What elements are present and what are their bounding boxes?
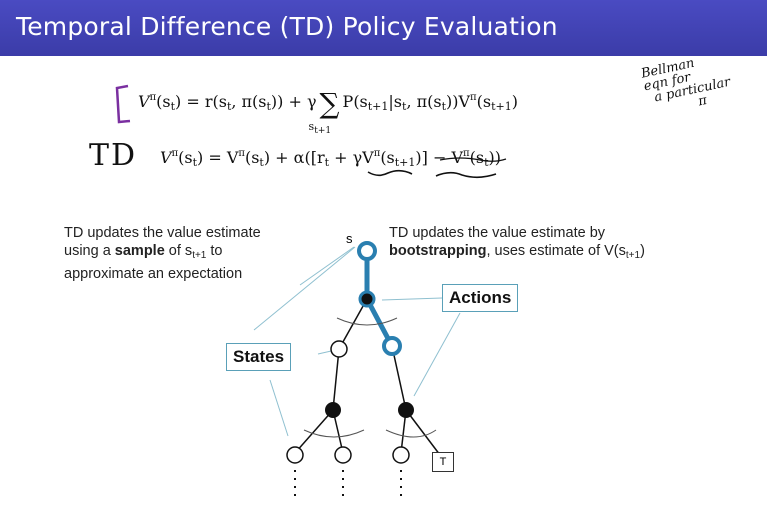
eq-text: V — [138, 92, 150, 111]
eq-text: , π(s — [231, 92, 267, 111]
action-arc — [385, 429, 437, 438]
eq-sup: π — [238, 148, 245, 159]
note-line: approximate an expectation — [64, 266, 243, 282]
underbrace-target — [367, 169, 413, 177]
actions-label: Actions — [442, 284, 519, 312]
note-sub: t+1 — [625, 250, 641, 261]
td-equation: Vπ(st) = Vπ(st) + α([rt + γVπ(st+1)] − V… — [160, 148, 501, 169]
state-node — [334, 446, 352, 464]
eq-sub: t+1 — [314, 126, 332, 136]
note-sub: t+1 — [192, 250, 207, 261]
eq-sub: t+1 — [394, 156, 416, 169]
eq-text: P(s — [342, 92, 368, 111]
action-arc — [303, 429, 365, 438]
eq-text: (s — [469, 148, 485, 167]
note-text: of s — [164, 243, 193, 259]
purple-bracket — [115, 84, 131, 124]
note-bold: bootstrapping — [389, 243, 487, 259]
eq-text: |s — [388, 92, 403, 111]
action-node — [358, 290, 376, 308]
pointer-line — [413, 312, 461, 397]
state-node — [392, 446, 410, 464]
root-state-label: s — [346, 231, 353, 246]
note-text: to — [206, 243, 223, 259]
sum-operator: ∑ st+1 — [309, 90, 343, 137]
action-arc — [336, 317, 398, 326]
eq-text: )] − V — [415, 148, 464, 167]
eq-text: + γV — [329, 148, 374, 167]
tree-edge — [294, 409, 334, 454]
eq-text: ) = V — [197, 148, 239, 167]
eq-text: (s — [244, 148, 260, 167]
next-state-node — [382, 336, 402, 356]
terminal-node: T — [432, 452, 454, 472]
eq-sub: t+1 — [367, 100, 389, 113]
sum-index: st+1 — [309, 120, 332, 136]
eq-sup: π — [463, 148, 470, 159]
eq-text: )) — [488, 148, 501, 167]
pointer-line — [269, 379, 289, 437]
state-node — [330, 340, 348, 358]
state-node — [286, 446, 304, 464]
td-handwritten-label: TD — [89, 138, 138, 173]
eq-text: (s — [476, 92, 492, 111]
tree-edge — [332, 348, 340, 411]
note-text: ) — [640, 243, 645, 259]
action-node — [325, 402, 341, 418]
tree-edge — [405, 409, 441, 456]
note-line: TD updates the value estimate by — [389, 225, 606, 241]
eq-text: , π(s — [406, 92, 442, 111]
states-label: States — [226, 343, 292, 371]
bellman-equation: Vπ(st) = r(st, π(st)) + γ ∑ st+1 P(st+1|st,… — [138, 90, 518, 137]
eq-text: ) — [511, 92, 518, 111]
eq-text: (s — [380, 148, 395, 167]
sample-note: TD updates the value estimate using a sa… — [64, 224, 261, 283]
eq-sub: t+1 — [491, 100, 512, 113]
note-line: bootstrapping, uses estimate of V(st+1) — [389, 242, 645, 265]
eq-sup: π — [470, 92, 477, 103]
action-node — [398, 402, 414, 418]
note-text: using a — [64, 243, 115, 259]
note-bold: sample — [114, 243, 165, 259]
eq-text: V — [160, 148, 172, 167]
eq-text: ) + α([r — [263, 148, 325, 167]
sum-symbol: ∑ — [319, 87, 340, 120]
eq-text: ))V — [446, 92, 471, 111]
underbrace-estimate — [435, 171, 497, 179]
eq-text: ) = r(s — [175, 92, 227, 111]
eq-text: )) + γ — [270, 92, 317, 111]
note-line: using a sample of st+1 to — [64, 242, 261, 265]
pointer-line — [253, 246, 356, 331]
bootstrapping-note: TD updates the value estimate by bootstr… — [389, 224, 645, 265]
note-line: TD updates the value estimate — [64, 225, 261, 241]
root-state-node — [357, 241, 377, 261]
pointer-line — [381, 297, 443, 301]
note-text: , uses estimate of V(s — [486, 243, 626, 259]
eq-text: (s — [156, 92, 171, 111]
pointer-line — [299, 246, 355, 286]
eq-text: (s — [178, 148, 193, 167]
